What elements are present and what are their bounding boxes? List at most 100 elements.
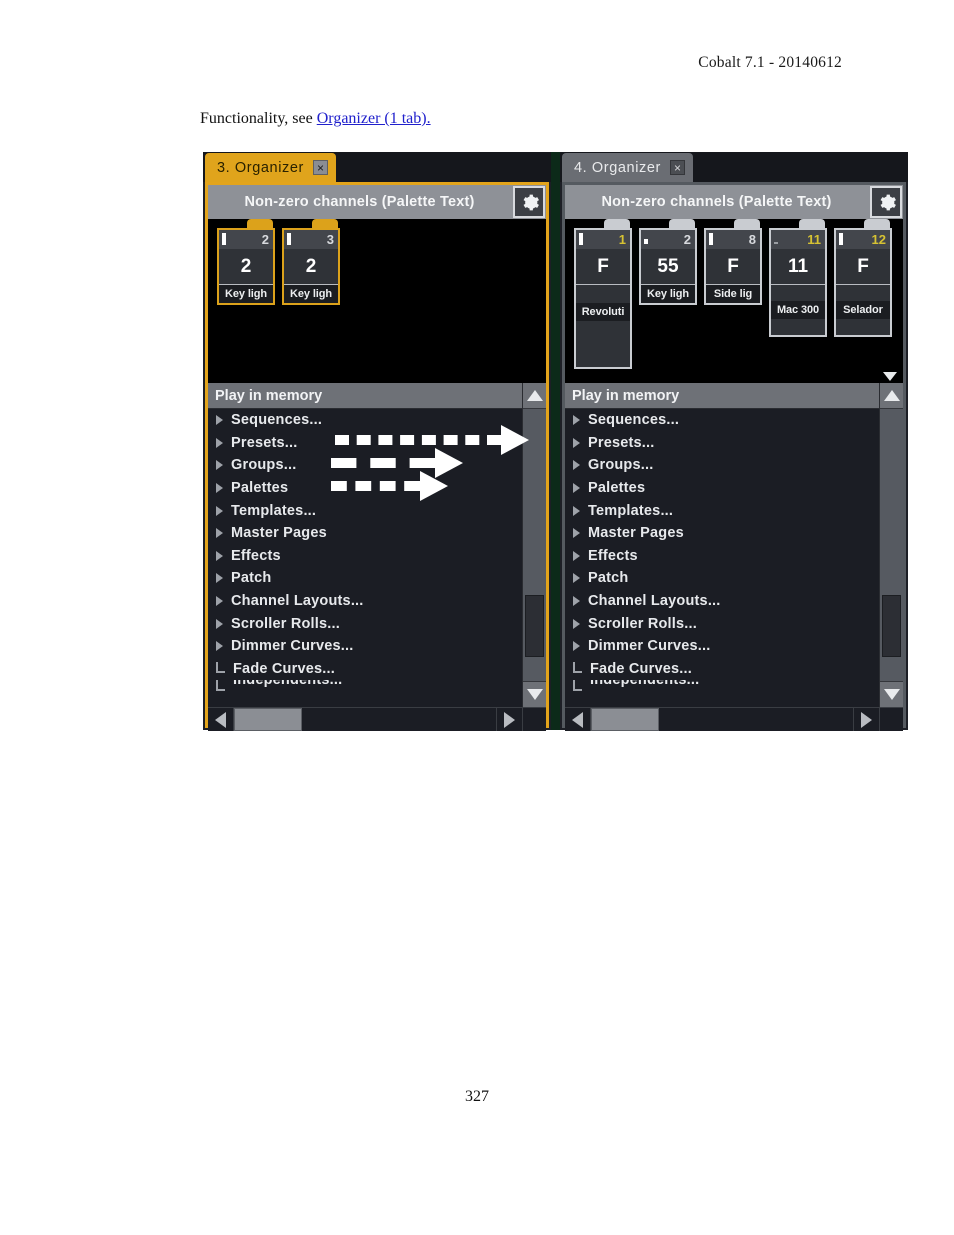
gear-icon[interactable] [870,186,902,218]
horizontal-scrollbar-right[interactable] [565,707,903,731]
list-item-label: Fade Curves... [233,660,335,677]
list-item-label: Patch [588,570,629,587]
channel-tile-wrap: 12 F Selador [834,219,892,337]
chevron-right-icon [573,596,580,607]
list-item-label: Master Pages [588,525,684,542]
tile-marker-icon [709,233,713,245]
tile-marker-icon [839,233,843,245]
horizontal-scroll-thumb[interactable] [234,708,302,731]
panel-titlebar-left: Non-zero channels (Palette Text) [208,185,546,219]
vertical-scrollbar-right[interactable] [879,383,903,707]
channel-tile[interactable]: 11 11 Mac 300 [769,228,827,337]
tile-marker-icon [579,233,583,245]
scroll-down-button[interactable] [523,681,546,707]
chevron-right-icon [573,415,580,426]
channel-tile[interactable]: 3 2 Key ligh [282,228,340,305]
channel-tile[interactable]: 12 F Selador [834,228,892,337]
triangle-up-icon [527,390,543,401]
chevron-right-icon [573,573,580,584]
channel-tile-wrap: 8 F Side lig [704,219,762,305]
list-item[interactable]: Groups... [565,454,879,477]
vertical-scroll-thumb[interactable] [882,595,901,657]
tile-body: Key ligh [219,285,273,303]
tab-organizer-left[interactable]: 3. Organizer × [205,153,336,182]
horizontal-scroll-track[interactable] [591,708,853,731]
tab-organizer-right[interactable]: 4. Organizer × [562,153,693,182]
channel-label: Selador [836,301,890,319]
scroll-up-button[interactable] [880,383,903,409]
list-item[interactable]: Patch [565,567,879,590]
channel-tile[interactable]: 2 55 Key ligh [639,228,697,305]
list-item[interactable]: Templates... [208,499,522,522]
vertical-scroll-thumb[interactable] [525,595,544,657]
scroll-up-button[interactable] [523,383,546,409]
scroll-right-button[interactable] [853,708,879,731]
horizontal-scroll-track[interactable] [234,708,496,731]
list-item[interactable]: Palettes [565,477,879,500]
close-icon[interactable]: × [670,160,685,175]
list-item[interactable]: Palettes [208,477,522,500]
list-item[interactable]: Dimmer Curves... [565,635,879,658]
chevron-right-icon [216,641,223,652]
scroll-left-button[interactable] [565,708,591,731]
chevron-right-icon [573,528,580,539]
list-item[interactable]: Master Pages [208,522,522,545]
list-item[interactable]: Independents... [565,680,879,692]
body-paragraph: Functionality, see Organizer (1 tab). [200,110,431,128]
list-item[interactable]: Presets... [208,432,522,455]
tab-label: 3. Organizer [217,159,304,176]
organizer-link[interactable]: Organizer (1 tab). [317,110,431,127]
channel-number: 1 [618,232,626,247]
list-item[interactable]: Effects [565,545,879,568]
list-item[interactable]: Sequences... [565,409,879,432]
channel-tile-wrap: 1 F Revoluti [574,219,632,369]
list-item[interactable]: Effects [208,545,522,568]
triangle-down-icon [527,689,543,700]
tile-marker-icon [222,233,226,245]
list-item[interactable]: Fade Curves... [208,658,522,681]
list-item[interactable]: Dimmer Curves... [208,635,522,658]
channel-number: 11 [807,232,821,247]
list-item[interactable]: Sequences... [208,409,522,432]
list-item[interactable]: Groups... [208,454,522,477]
list-item-label: Channel Layouts... [231,593,364,610]
list-item[interactable]: Channel Layouts... [565,590,879,613]
list-item[interactable]: Independents... [208,680,522,692]
organizer-panel-right: 4. Organizer × Non-zero channels (Palette … [560,152,908,731]
tile-body: Key ligh [641,285,695,303]
list-item[interactable]: Scroller Rolls... [208,612,522,635]
tile-spacer-bottom [771,319,825,335]
gear-icon[interactable] [513,186,545,218]
scroll-right-button[interactable] [496,708,522,731]
scroll-down-button[interactable] [880,681,903,707]
scroll-down-icon[interactable] [883,372,897,381]
tile-marker-icon [644,239,648,244]
channel-tile[interactable]: 8 F Side lig [704,228,762,305]
list-item[interactable]: Presets... [565,432,879,455]
list-item[interactable]: Master Pages [565,522,879,545]
vertical-scrollbar-left[interactable] [522,383,546,707]
list-item-label: Palettes [231,480,289,497]
tab-strip-right: 4. Organizer × [560,152,908,182]
tile-body: Selador [836,285,890,335]
horizontal-scroll-thumb[interactable] [591,708,659,731]
tile-header: 2 [219,230,273,249]
list-item[interactable]: Scroller Rolls... [565,612,879,635]
list-item-label: Dimmer Curves... [588,638,711,655]
horizontal-scrollbar-left[interactable] [208,707,546,731]
list-header: Play in memory [565,383,879,409]
list-item[interactable]: Patch [208,567,522,590]
list-item[interactable]: Fade Curves... [565,658,879,681]
triangle-left-icon [572,711,583,728]
channel-tile[interactable]: 2 2 Key ligh [217,228,275,305]
channel-label: Key ligh [219,285,273,303]
list-item-label: Groups... [231,457,297,474]
channel-tile-wrap: 3 2 Key ligh [282,219,340,305]
chevron-right-icon [216,437,223,448]
channel-tile[interactable]: 1 F Revoluti [574,228,632,369]
triangle-right-icon [861,711,872,728]
close-icon[interactable]: × [313,160,328,175]
list-item[interactable]: Templates... [565,499,879,522]
list-item[interactable]: Channel Layouts... [208,590,522,613]
scroll-left-button[interactable] [208,708,234,731]
